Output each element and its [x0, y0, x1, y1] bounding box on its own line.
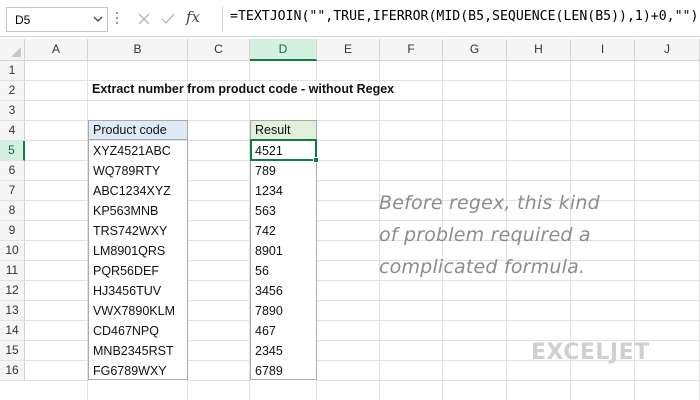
gridline-vertical [87, 61, 88, 400]
result-cell[interactable]: 7890 [251, 301, 316, 321]
column-header-h[interactable]: H [507, 39, 571, 61]
product-code-cell[interactable]: TRS742WXY [89, 221, 187, 241]
result-cell[interactable]: 563 [251, 201, 316, 221]
product-code-cell[interactable]: VWX7890KLM [89, 301, 187, 321]
row-header-13[interactable]: 13 [0, 301, 25, 321]
annotation-note: Before regex, this kind of problem requi… [379, 187, 639, 283]
cancel-icon[interactable] [136, 11, 152, 27]
gridline-vertical [249, 61, 250, 400]
row-header-15[interactable]: 15 [0, 341, 25, 361]
insert-function-icon[interactable]: fx [186, 8, 200, 26]
row-header-3[interactable]: 3 [0, 101, 25, 121]
row-header-8[interactable]: 8 [0, 201, 25, 221]
gridline-horizontal [25, 80, 700, 81]
row-header-2[interactable]: 2 [0, 81, 25, 101]
result-cell[interactable]: 742 [251, 221, 316, 241]
result-cell[interactable]: 1234 [251, 181, 316, 201]
row-header-14[interactable]: 14 [0, 321, 25, 341]
gridline-horizontal [25, 100, 700, 101]
result-cell[interactable]: 2345 [251, 341, 316, 361]
row-header-11[interactable]: 11 [0, 261, 25, 281]
gridline-vertical [316, 61, 317, 400]
formula-bar-divider [222, 6, 223, 32]
product-code-cell[interactable]: XYZ4521ABC [89, 141, 187, 161]
name-box[interactable]: D5 [6, 7, 108, 32]
gridline-vertical [187, 61, 188, 400]
column-header-a[interactable]: A [25, 39, 88, 61]
column-header-b[interactable]: B [88, 39, 188, 61]
row-header-6[interactable]: 6 [0, 161, 25, 181]
result-cell[interactable]: 3456 [251, 281, 316, 301]
enter-check-icon[interactable] [160, 11, 176, 27]
formula-input[interactable]: =TEXTJOIN("",TRUE,IFERROR(MID(B5,SEQUENC… [230, 9, 700, 24]
formula-bar: D5 fx =TEXTJOIN("",TRUE,IFERROR(MID(B5,S… [0, 0, 700, 37]
row-header-5[interactable]: 5 [0, 141, 25, 161]
product-code-cell[interactable]: LM8901QRS [89, 241, 187, 261]
logo-text: EXCELJET [531, 340, 650, 365]
column-header-i[interactable]: I [571, 39, 635, 61]
product-code-cell[interactable]: HJ3456TUV [89, 281, 187, 301]
product-code-cell[interactable]: MNB2345RST [89, 341, 187, 361]
more-options-icon[interactable] [115, 12, 119, 25]
chevron-down-icon[interactable] [93, 14, 103, 24]
product-code-cell[interactable]: KP563MNB [89, 201, 187, 221]
product-code-cell[interactable]: PQR56DEF [89, 261, 187, 281]
row-header-9[interactable]: 9 [0, 221, 25, 241]
note-line: complicated formula. [379, 256, 586, 278]
result-cell[interactable]: 8901 [251, 241, 316, 261]
product-code-cell[interactable]: WQ789RTY [89, 161, 187, 181]
column-header-j[interactable]: J [635, 39, 700, 61]
result-cell[interactable]: 56 [251, 261, 316, 281]
name-box-value: D5 [15, 13, 31, 27]
result-cell[interactable]: 6789 [251, 361, 316, 381]
result-header[interactable]: Result [250, 120, 317, 140]
select-all-corner[interactable] [0, 39, 25, 61]
row-header-12[interactable]: 12 [0, 281, 25, 301]
result-cell[interactable]: 789 [251, 161, 316, 181]
result-cell[interactable]: 467 [251, 321, 316, 341]
column-header-e[interactable]: E [317, 39, 380, 61]
column-header-g[interactable]: G [443, 39, 507, 61]
product-code-cell[interactable]: FG6789WXY [89, 361, 187, 381]
row-header-1[interactable]: 1 [0, 61, 25, 81]
row-header-16[interactable]: 16 [0, 361, 25, 381]
sheet-title[interactable]: Extract number from product code - witho… [92, 82, 394, 96]
row-header-4[interactable]: 4 [0, 121, 25, 141]
row-header-7[interactable]: 7 [0, 181, 25, 201]
column-header-d[interactable]: D [250, 39, 317, 61]
product-code-header[interactable]: Product code [88, 120, 188, 140]
note-line: of problem required a [379, 224, 591, 246]
column-header-f[interactable]: F [380, 39, 443, 61]
row-header-10[interactable]: 10 [0, 241, 25, 261]
result-cell[interactable]: 4521 [251, 141, 316, 161]
product-code-cell[interactable]: CD467NPQ [89, 321, 187, 341]
column-header-c[interactable]: C [188, 39, 250, 61]
note-line: Before regex, this kind [379, 192, 600, 214]
product-code-cell[interactable]: ABC1234XYZ [89, 181, 187, 201]
